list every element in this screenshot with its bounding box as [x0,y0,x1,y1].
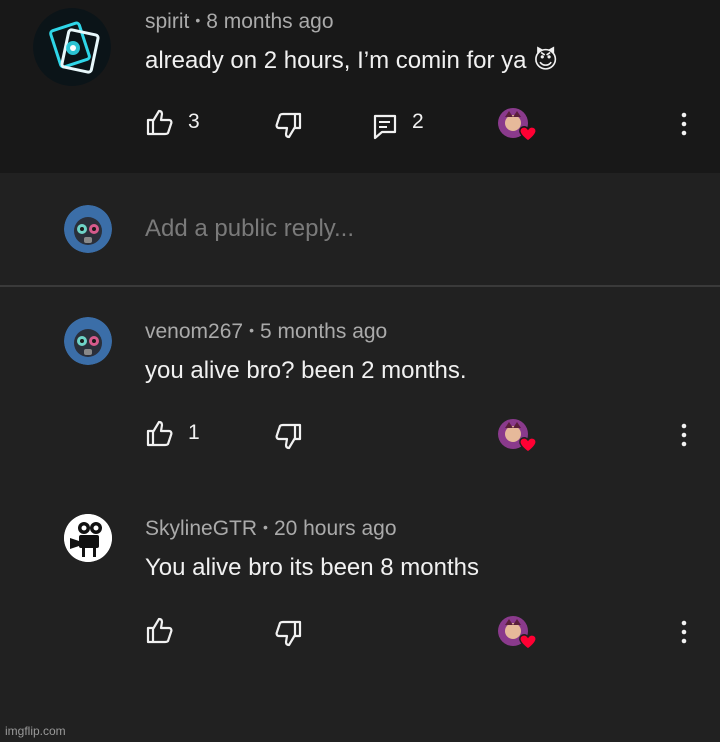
reply-input[interactable]: Add a public reply... [145,215,354,243]
avatar[interactable] [64,514,112,562]
thumbs-down-icon[interactable] [273,422,303,452]
watermark: imgflip.com [5,724,66,738]
avatar[interactable] [33,8,111,86]
comment-actions [0,615,720,655]
comment-thread-top: spirit • 8 months ago already on 2 hours, … [0,0,720,173]
comment-author[interactable]: spirit [145,10,189,33]
more-vert-icon[interactable] [674,617,694,647]
comment-author[interactable]: SkylineGTR [145,517,257,540]
comment-actions: 1 [0,418,720,458]
like-count: 3 [188,110,200,133]
comment-meta: spirit • 8 months ago [145,10,334,33]
reply-count: 2 [412,110,424,133]
comment-time[interactable]: 5 months ago [260,320,387,343]
creator-heart-icon [497,418,537,458]
thumbs-up-icon[interactable] [145,418,175,448]
comment-actions: 3 2 [0,107,720,147]
more-vert-icon[interactable] [674,420,694,450]
comment-author[interactable]: venom267 [145,320,243,343]
comment-time[interactable]: 8 months ago [206,10,333,33]
reply-box: Add a public reply... [0,173,720,287]
thumbs-up-icon[interactable] [145,615,175,645]
comment-text: already on 2 hours, I’m comin for ya 😈 [145,47,559,74]
reply-icon[interactable] [371,111,401,141]
comment-time[interactable]: 20 hours ago [274,517,397,540]
comment-text: you alive bro? been 2 months. [145,357,467,384]
thumbs-down-icon[interactable] [273,619,303,649]
avatar [64,205,112,253]
creator-heart-icon [497,615,537,655]
thumbs-up-icon[interactable] [145,107,175,137]
comment-text: You alive bro its been 8 months [145,554,479,581]
creator-heart-icon [497,107,537,147]
comment-meta: venom267 • 5 months ago [145,320,388,343]
thumbs-down-icon[interactable] [273,111,303,141]
avatar[interactable] [64,317,112,365]
like-count: 1 [188,421,200,444]
more-vert-icon[interactable] [674,109,694,139]
comment-meta: SkylineGTR • 20 hours ago [145,517,397,540]
